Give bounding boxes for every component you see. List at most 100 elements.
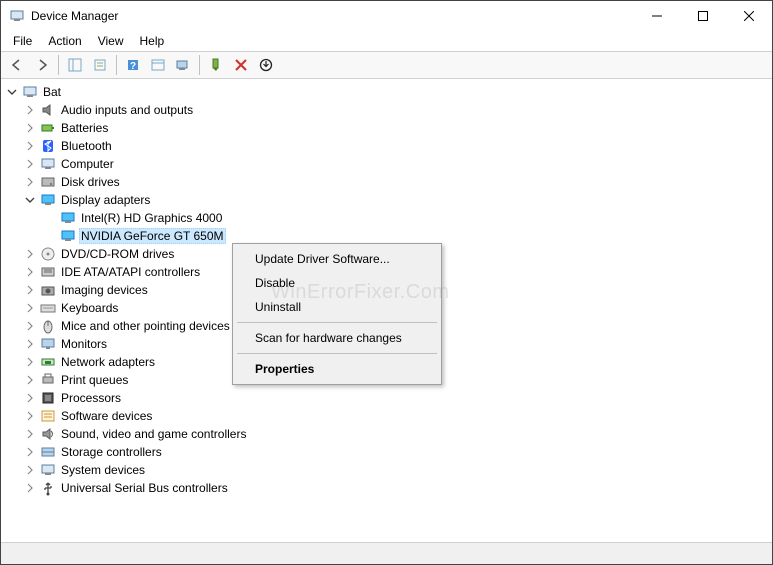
menu-help[interactable]: Help (132, 32, 173, 50)
help-button[interactable]: ? (121, 53, 145, 77)
menu-divider (237, 353, 437, 354)
tree-category[interactable]: Storage controllers (3, 443, 770, 461)
chevron-right-icon[interactable] (23, 355, 37, 369)
dvd-icon (40, 246, 56, 262)
chevron-down-icon[interactable] (23, 193, 37, 207)
show-hide-tree-button[interactable] (63, 53, 87, 77)
tree-category-label: Mice and other pointing devices (59, 319, 232, 333)
spacer (43, 229, 57, 243)
maximize-button[interactable] (680, 1, 726, 31)
uninstall-device-button[interactable] (254, 53, 278, 77)
chevron-right-icon[interactable] (23, 103, 37, 117)
chevron-right-icon[interactable] (23, 175, 37, 189)
chevron-right-icon[interactable] (23, 373, 37, 387)
chevron-right-icon[interactable] (23, 301, 37, 315)
tree-category-label: Disk drives (59, 175, 122, 189)
display-icon (40, 192, 56, 208)
context-menu: Update Driver Software...DisableUninstal… (232, 243, 442, 385)
spacer (43, 211, 57, 225)
tree-device-label: NVIDIA GeForce GT 650M (79, 228, 226, 244)
chevron-right-icon[interactable] (23, 265, 37, 279)
properties-button[interactable] (88, 53, 112, 77)
sound-icon (40, 426, 56, 442)
back-button[interactable] (5, 53, 29, 77)
chevron-right-icon[interactable] (23, 463, 37, 477)
display-icon (60, 210, 76, 226)
tree-category-label: Bluetooth (59, 139, 114, 153)
network-icon (40, 354, 56, 370)
chevron-right-icon[interactable] (23, 391, 37, 405)
tree-category[interactable]: Audio inputs and outputs (3, 101, 770, 119)
chevron-right-icon[interactable] (23, 283, 37, 297)
tree-category-label: System devices (59, 463, 147, 477)
window-title: Device Manager (31, 9, 118, 23)
tree-category-label: Batteries (59, 121, 110, 135)
tree-category-label: Monitors (59, 337, 109, 351)
toolbar: ? (1, 51, 772, 79)
tree-category-label: Processors (59, 391, 123, 405)
tree-category-label: Software devices (59, 409, 154, 423)
speaker-icon (40, 102, 56, 118)
computer-icon (22, 84, 38, 100)
tree-root[interactable]: Bat (3, 83, 770, 101)
display-icon (60, 228, 76, 244)
chevron-right-icon[interactable] (23, 337, 37, 351)
minimize-button[interactable] (634, 1, 680, 31)
chevron-right-icon[interactable] (23, 247, 37, 261)
window-controls (634, 1, 772, 31)
context-menu-item[interactable]: Properties (235, 357, 439, 381)
chevron-right-icon[interactable] (23, 157, 37, 171)
tree-category-label: Keyboards (59, 301, 120, 315)
tree-category-label: Imaging devices (59, 283, 150, 297)
svg-text:?: ? (130, 61, 136, 72)
context-menu-item[interactable]: Uninstall (235, 295, 439, 319)
usb-icon (40, 480, 56, 496)
context-menu-item[interactable]: Update Driver Software... (235, 247, 439, 271)
ide-icon (40, 264, 56, 280)
scan-hardware-button[interactable] (171, 53, 195, 77)
menu-action[interactable]: Action (40, 32, 89, 50)
tree-category[interactable]: Processors (3, 389, 770, 407)
tree-category-label: Network adapters (59, 355, 157, 369)
forward-button[interactable] (30, 53, 54, 77)
bluetooth-icon (40, 138, 56, 154)
disable-device-button[interactable] (229, 53, 253, 77)
tree-root-label: Bat (41, 85, 63, 99)
chevron-down-icon[interactable] (5, 85, 19, 99)
tree-category[interactable]: Batteries (3, 119, 770, 137)
chevron-right-icon[interactable] (23, 139, 37, 153)
chevron-right-icon[interactable] (23, 481, 37, 495)
tree-category-label: IDE ATA/ATAPI controllers (59, 265, 202, 279)
chevron-right-icon[interactable] (23, 445, 37, 459)
context-menu-item[interactable]: Scan for hardware changes (235, 326, 439, 350)
tree-category[interactable]: System devices (3, 461, 770, 479)
tree-category[interactable]: Computer (3, 155, 770, 173)
camera-icon (40, 282, 56, 298)
printer-icon (40, 372, 56, 388)
statusbar (1, 542, 772, 564)
app-icon (9, 8, 25, 24)
close-button[interactable] (726, 1, 772, 31)
tree-category[interactable]: Display adapters (3, 191, 770, 209)
tree-category[interactable]: Bluetooth (3, 137, 770, 155)
action-button[interactable] (146, 53, 170, 77)
chevron-right-icon[interactable] (23, 409, 37, 423)
tree-category-label: Universal Serial Bus controllers (59, 481, 230, 495)
menu-file[interactable]: File (5, 32, 40, 50)
chevron-right-icon[interactable] (23, 121, 37, 135)
menu-divider (237, 322, 437, 323)
cpu-icon (40, 390, 56, 406)
chevron-right-icon[interactable] (23, 427, 37, 441)
tree-category[interactable]: Sound, video and game controllers (3, 425, 770, 443)
tree-category[interactable]: Software devices (3, 407, 770, 425)
context-menu-item[interactable]: Disable (235, 271, 439, 295)
tree-device-label: Intel(R) HD Graphics 4000 (79, 211, 224, 225)
tree-category[interactable]: Universal Serial Bus controllers (3, 479, 770, 497)
menu-view[interactable]: View (90, 32, 132, 50)
tree-category[interactable]: Disk drives (3, 173, 770, 191)
disk-icon (40, 174, 56, 190)
chevron-right-icon[interactable] (23, 319, 37, 333)
tree-category-label: Sound, video and game controllers (59, 427, 248, 441)
enable-device-button[interactable] (204, 53, 228, 77)
tree-device[interactable]: Intel(R) HD Graphics 4000 (3, 209, 770, 227)
